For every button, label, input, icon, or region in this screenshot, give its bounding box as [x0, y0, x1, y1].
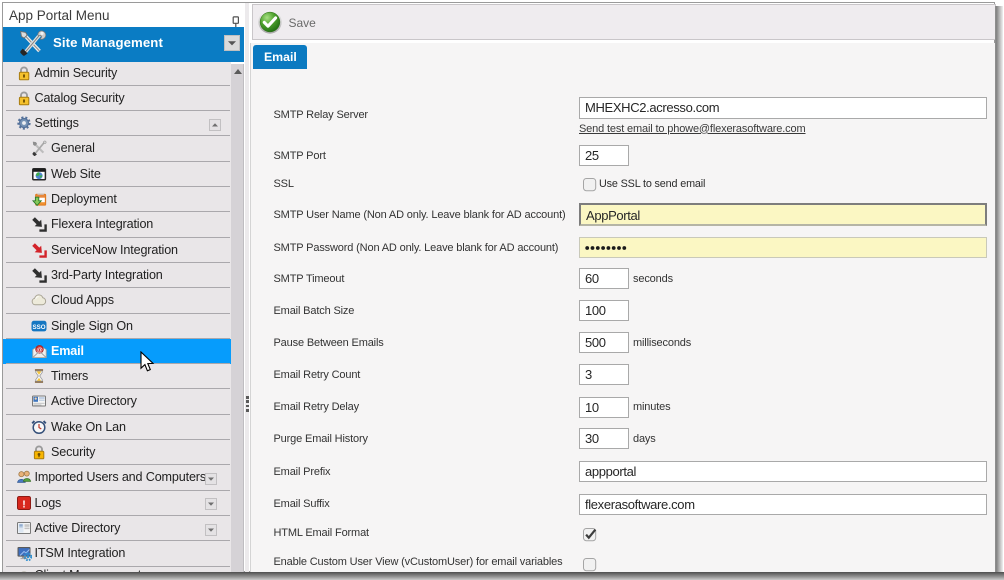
svg-text:SSO: SSO	[32, 323, 45, 330]
svg-text:!: !	[22, 498, 26, 510]
